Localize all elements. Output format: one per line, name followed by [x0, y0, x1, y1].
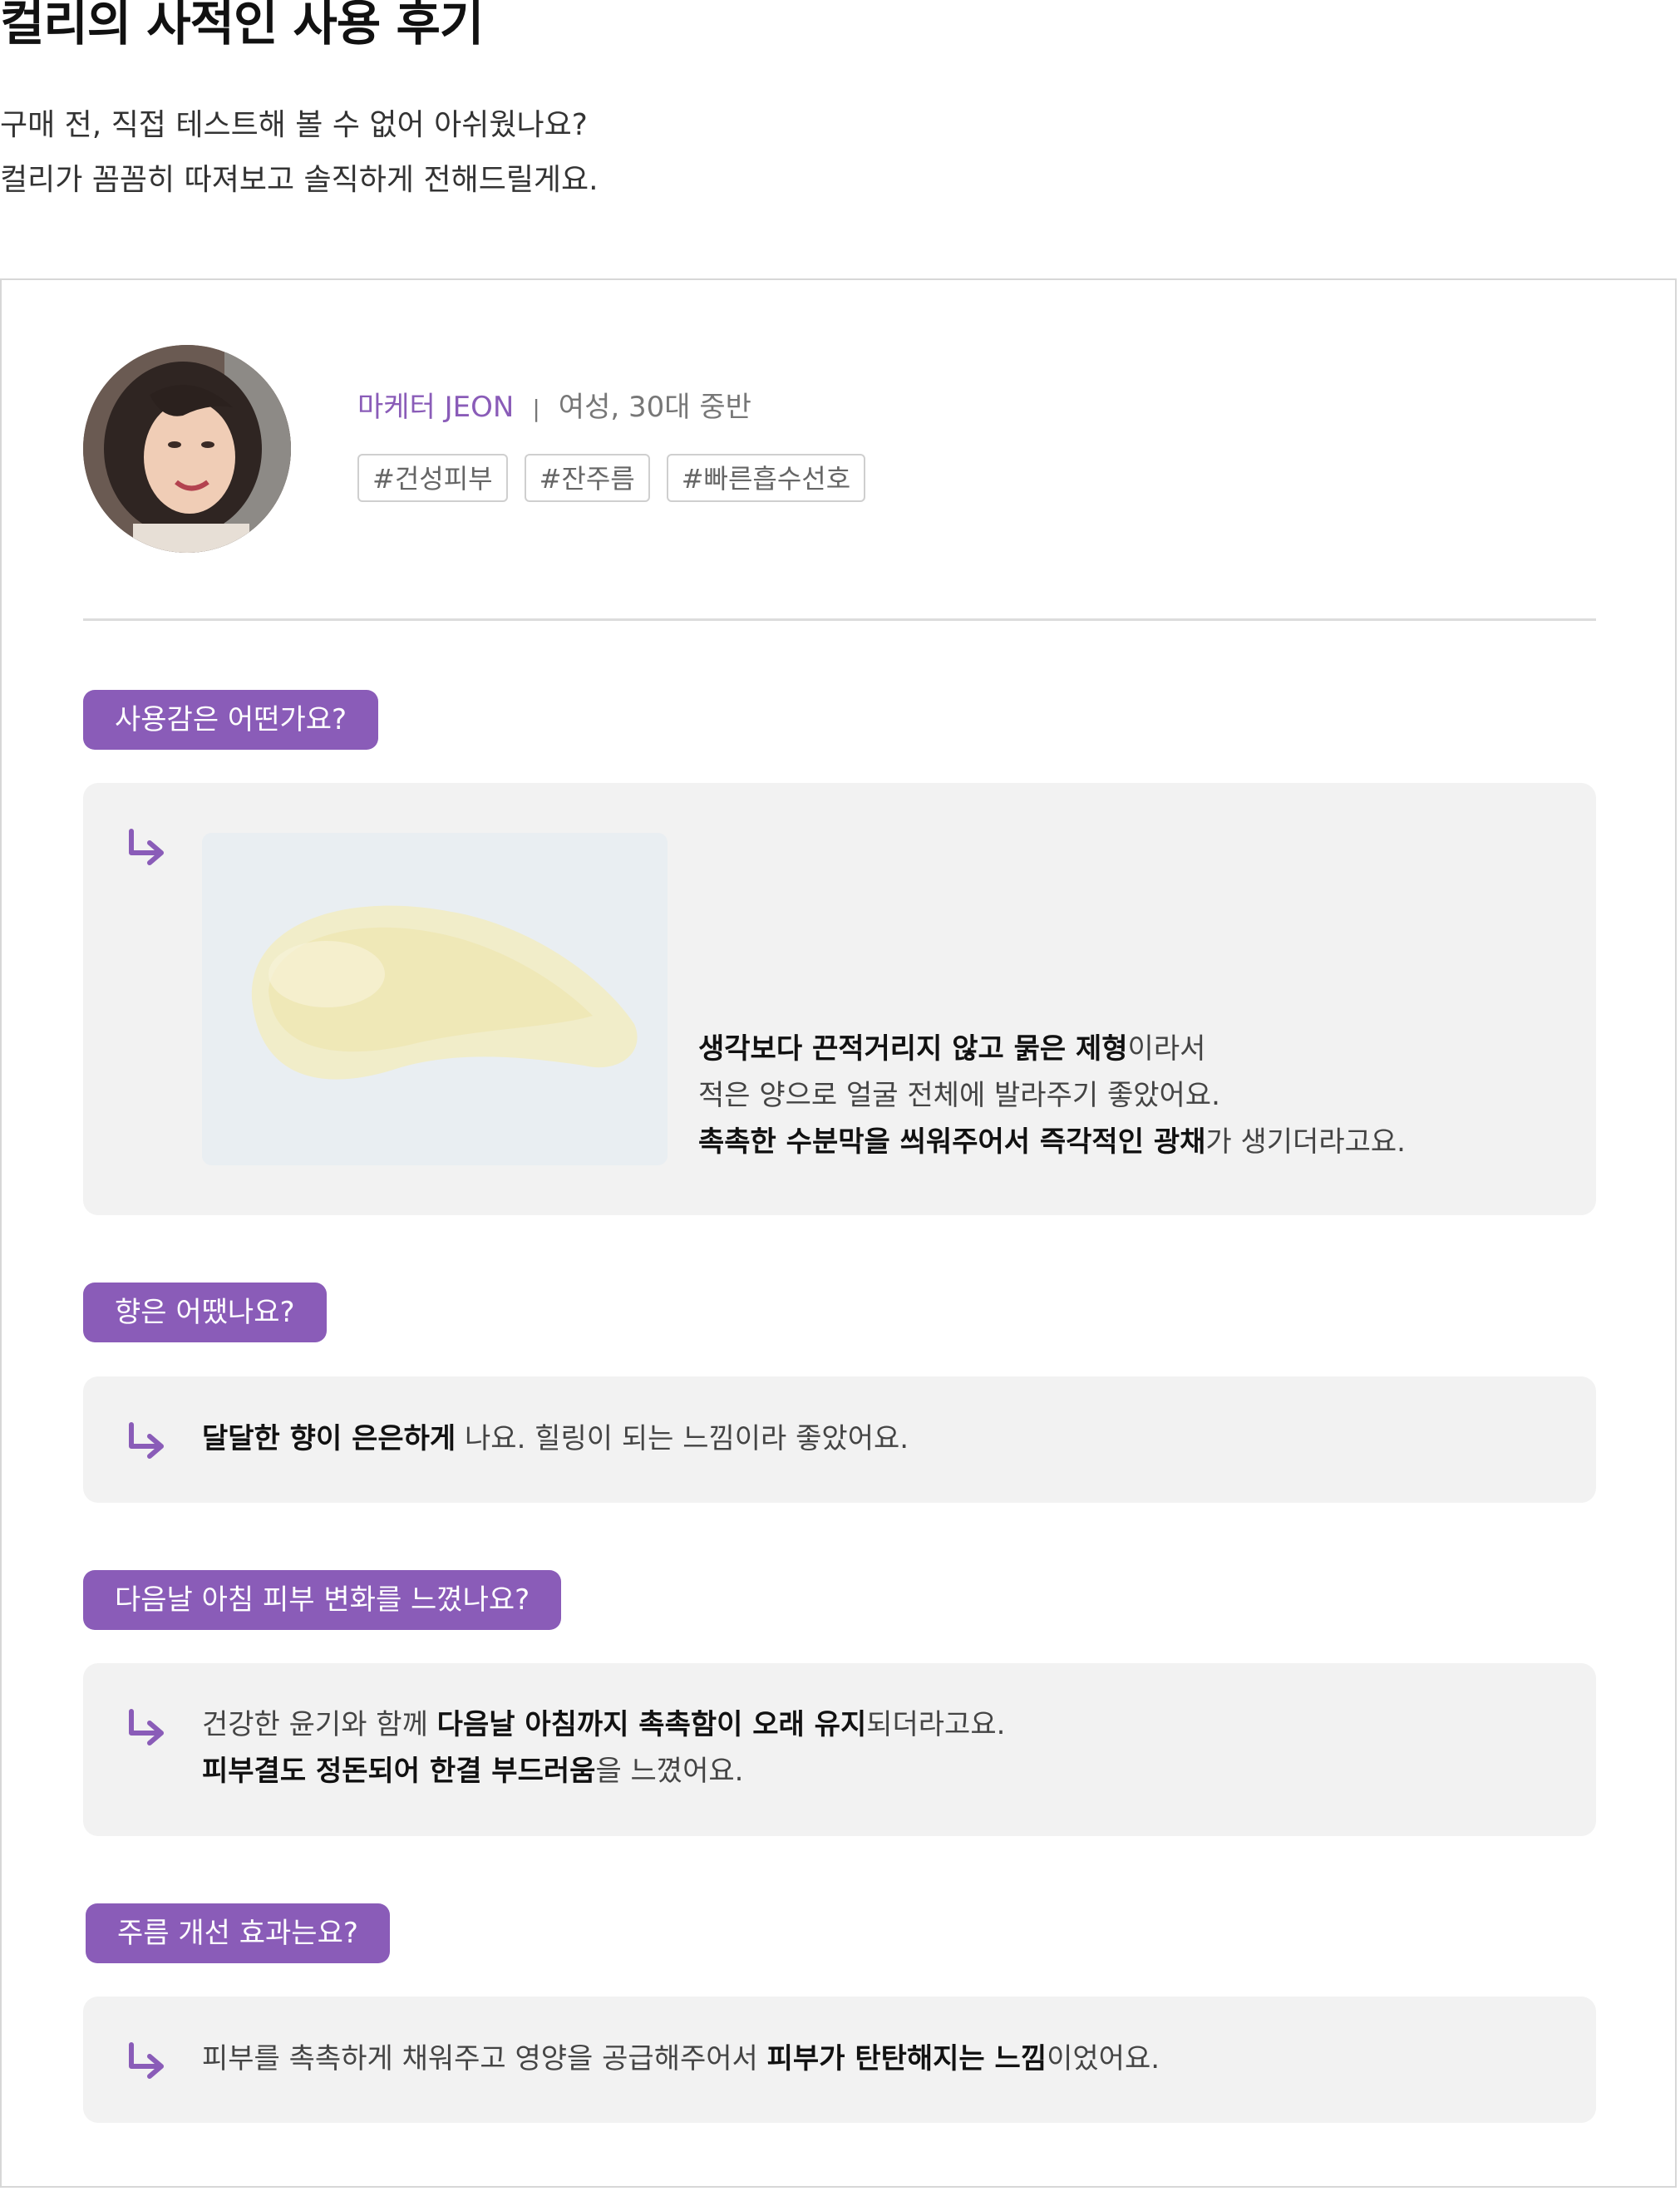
section-divider — [83, 618, 1596, 621]
arrow-down-right-icon — [129, 1422, 164, 1459]
tag-fine-wrinkles: #잔주름 — [524, 454, 650, 502]
arrow-down-right-icon — [129, 829, 164, 865]
product-texture-image — [202, 833, 668, 1165]
answer-line: 건강한 윤기와 함께 다음날 아침까지 촉촉함이 오래 유지되더라고요. — [202, 1708, 1006, 1741]
review-card — [0, 278, 1677, 2188]
answer-text: 피부를 촉촉하게 채워주고 영양을 공급해주어서 피부가 탄탄해지는 느낌이었어… — [202, 2036, 1160, 2082]
answer-line: 피부를 촉촉하게 채워주고 영양을 공급해주어서 피부가 탄탄해지는 느낌이었어… — [202, 2042, 1160, 2075]
answer-line: 적은 양으로 얼굴 전체에 발라주기 좋았어요. — [698, 1079, 1220, 1112]
answer-scent: 달달한 향이 은은하게 나요. 힐링이 되는 느낌이라 좋았어요. — [83, 1376, 1596, 1503]
arrow-down-right-icon — [129, 1709, 164, 1745]
reviewer-avatar — [83, 345, 291, 553]
reviewer-separator: | — [532, 395, 540, 422]
tag-dry-skin: #건성피부 — [357, 454, 508, 502]
answer-text: 생각보다 끈적거리지 않고 묽은 제형이라서 적은 양으로 얼굴 전체에 발라주… — [698, 1026, 1406, 1165]
tag-fast-absorption: #빠른흡수선호 — [666, 454, 866, 502]
reviewer-tags: #건성피부 #잔주름 #빠른흡수선호 — [357, 454, 882, 502]
question-next-morning: 다음날 아침 피부 변화를 느꼈나요? — [83, 1570, 562, 1630]
question-texture: 사용감은 어떤가요? — [83, 690, 379, 750]
answer-texture: 생각보다 끈적거리지 않고 묽은 제형이라서 적은 양으로 얼굴 전체에 발라주… — [83, 783, 1596, 1215]
reviewer-info: 마케터 JEON | 여성, 30대 중반 — [357, 387, 751, 430]
answer-line: 생각보다 끈적거리지 않고 묽은 제형이라서 — [698, 1032, 1206, 1066]
answer-line: 피부결도 정돈되어 한결 부드러움을 느꼈어요. — [202, 1755, 744, 1788]
answer-line: 달달한 향이 은은하게 나요. 힐링이 되는 느낌이라 좋았어요. — [202, 1422, 909, 1455]
reviewer-meta: 여성, 30대 중반 — [558, 391, 751, 424]
page-title: 컬리의 사적인 사용 후기 — [0, 0, 484, 52]
answer-wrinkle: 피부를 촉촉하게 채워주고 영양을 공급해주어서 피부가 탄탄해지는 느낌이었어… — [83, 1997, 1596, 2123]
intro-line: 컬리가 꼼꼼히 따져보고 솔직하게 전해드릴게요. — [0, 163, 599, 197]
avatar-photo — [83, 345, 291, 553]
answer-text: 달달한 향이 은은하게 나요. 힐링이 되는 느낌이라 좋았어요. — [202, 1416, 909, 1462]
intro-text: 구매 전, 직접 테스트해 볼 수 없어 아쉬웠나요? 컬리가 꼼꼼히 따져보고… — [0, 98, 599, 208]
answer-text: 건강한 윤기와 함께 다음날 아침까지 촉촉함이 오래 유지되더라고요. 피부결… — [202, 1701, 1005, 1795]
arrow-down-right-icon — [129, 2042, 164, 2079]
question-wrinkle: 주름 개선 효과는요? — [86, 1903, 390, 1963]
answer-line: 촉촉한 수분막을 씌워주어서 즉각적인 광채가 생기더라고요. — [698, 1125, 1406, 1159]
intro-line: 구매 전, 직접 테스트해 볼 수 없어 아쉬웠나요? — [0, 108, 588, 142]
question-scent: 향은 어땠나요? — [83, 1283, 327, 1342]
answer-next-morning: 건강한 윤기와 함께 다음날 아침까지 촉촉함이 오래 유지되더라고요. 피부결… — [83, 1663, 1596, 1836]
reviewer-role: 마케터 JEON — [357, 391, 515, 424]
